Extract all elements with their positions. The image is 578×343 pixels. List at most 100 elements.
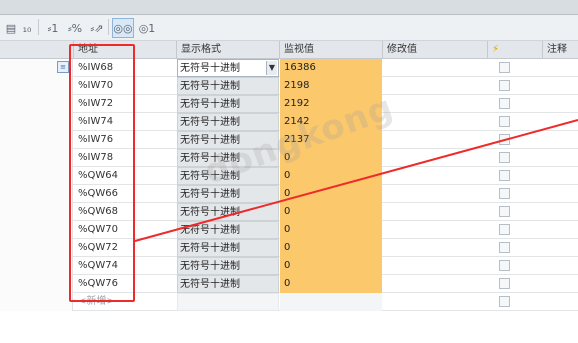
monitor-value-cell: 0 [280,203,382,221]
comment-cell[interactable] [543,257,578,275]
force-icon[interactable]: ⸗⇗ [86,18,108,38]
window-titlebar [0,0,578,15]
row-gutter [0,131,73,149]
display-format-dropdown[interactable]: 无符号十进制 [177,221,279,239]
row-gutter [0,203,73,221]
monitor-all-glasses-icon[interactable]: ◎◎ [112,18,134,38]
toolbar: ▤ ₁₀ ⸗1 ⸗% ⸗⇗ ◎◎ ◎1 [0,15,578,41]
modify-checkbox-cell [488,275,542,293]
row-gutter [0,167,73,185]
modify-checkbox[interactable] [499,116,510,127]
modify-checkbox-cell [488,77,542,95]
comment-cell[interactable] [543,167,578,185]
display-list-icon[interactable]: ₁₀ [16,18,38,38]
modify-checkbox-cell [488,167,542,185]
comment-cell[interactable] [543,149,578,167]
modify-value-cell[interactable] [383,59,487,77]
display-format-dropdown[interactable]: 无符号十进制 [177,95,279,113]
modify-value-cell[interactable] [383,131,487,149]
monitor-value-cell: 0 [280,221,382,239]
modify-checkbox[interactable] [499,296,510,307]
monitor-once-glasses-icon[interactable]: ◎1 [136,18,158,38]
display-format-dropdown[interactable]: 无符号十进制 [177,257,279,275]
row-gutter [0,257,73,275]
modify-checkbox-cell [488,149,542,167]
modify-checkbox[interactable] [499,206,510,217]
modify-checkbox-cell [488,113,542,131]
monitor-value-cell: 0 [280,239,382,257]
display-format-dropdown[interactable]: 无符号十进制 [177,77,279,95]
header-modify-value[interactable]: 修改值 [383,41,488,58]
comment-cell[interactable] [543,131,578,149]
display-format-dropdown[interactable]: 无符号十进制 [177,275,279,293]
modify-checkbox-cell [488,239,542,257]
comment-cell[interactable] [543,185,578,203]
header-comment[interactable]: 注释 [543,41,578,58]
display-format-dropdown[interactable]: 无符号十进制 [177,113,279,131]
modify-value-cell[interactable] [383,167,487,185]
display-format-dropdown[interactable]: 无符号十进制 [177,203,279,221]
header-monitor-value[interactable]: 监视值 [280,41,383,58]
modify-trigger-icon[interactable]: ⸗% [64,18,86,38]
modify-checkbox[interactable] [499,242,510,253]
monitor-value-cell: 0 [280,275,382,293]
modify-checkbox-cell [488,257,542,275]
modify-checkbox[interactable] [499,188,510,199]
modify-value-cell[interactable] [383,221,487,239]
display-format-value: 无符号十进制 [180,63,240,74]
header-modify-flag-icon[interactable]: ⚡ [488,41,543,58]
display-format-dropdown[interactable]: 无符号十进制 [177,239,279,257]
modify-checkbox[interactable] [499,170,510,181]
monitor-value-cell: 0 [280,257,382,275]
header-row-gutter [0,41,74,58]
modify-checkbox-cell [488,95,542,113]
comment-cell[interactable] [543,77,578,95]
toolbar-separator [38,19,39,35]
modify-value-cell[interactable] [383,203,487,221]
modify-checkbox[interactable] [499,152,510,163]
header-display-format[interactable]: 显示格式 [177,41,280,58]
new-row-modify [383,293,487,311]
row-gutter [0,293,73,311]
display-format-dropdown[interactable]: 无符号十进制 ▼ [177,59,279,77]
comment-cell[interactable] [543,203,578,221]
modify-value-cell[interactable] [383,239,487,257]
modify-checkbox[interactable] [499,224,510,235]
row-selector-icon[interactable]: ≡ [57,61,69,73]
modify-value-cell[interactable] [383,149,487,167]
row-gutter [0,221,73,239]
modify-checkbox[interactable] [499,134,510,145]
modify-checkbox[interactable] [499,80,510,91]
modify-checkbox-cell [488,221,542,239]
modify-now-icon[interactable]: ⸗1 [42,18,64,38]
display-format-dropdown[interactable]: 无符号十进制 [177,185,279,203]
comment-cell[interactable] [543,113,578,131]
modify-value-cell[interactable] [383,95,487,113]
comment-cell[interactable] [543,221,578,239]
modify-value-cell[interactable] [383,257,487,275]
comment-cell[interactable] [543,275,578,293]
row-gutter [0,185,73,203]
monitor-value-cell: 2198 [280,77,382,95]
modify-value-cell[interactable] [383,185,487,203]
row-gutter [0,95,73,113]
chevron-down-icon[interactable]: ▼ [266,61,277,75]
modify-checkbox[interactable] [499,62,510,73]
modify-checkbox[interactable] [499,278,510,289]
modify-checkbox-cell [488,293,542,311]
row-gutter [0,77,73,95]
comment-cell[interactable] [543,59,578,77]
modify-checkbox-cell [488,185,542,203]
new-row-monitor [280,293,382,311]
row-gutter [0,275,73,293]
new-row-format [177,293,279,311]
modify-value-cell[interactable] [383,275,487,293]
modify-value-cell[interactable] [383,77,487,95]
modify-checkbox[interactable] [499,260,510,271]
modify-checkbox[interactable] [499,98,510,109]
comment-cell[interactable] [543,95,578,113]
toolbar-separator [108,19,109,35]
modify-value-cell[interactable] [383,113,487,131]
comment-cell[interactable] [543,239,578,257]
row-gutter [0,149,73,167]
